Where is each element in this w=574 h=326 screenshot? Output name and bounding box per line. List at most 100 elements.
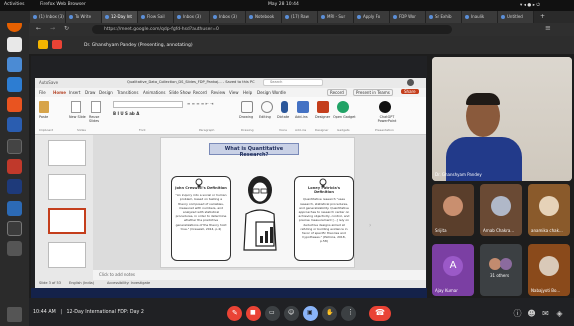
present-in-teams-button[interactable]: Present in Teams — [353, 89, 393, 96]
captions-button[interactable]: ▭ — [265, 306, 280, 321]
browser-tab[interactable]: Notebook — [246, 11, 282, 23]
settings-icon[interactable] — [7, 117, 22, 132]
paste-icon[interactable] — [39, 101, 49, 113]
browser-tab[interactable]: Inaulik — [462, 11, 498, 23]
menu-file[interactable]: File — [39, 90, 46, 95]
people-icon[interactable]: ☻ — [527, 309, 536, 318]
leave-call-button[interactable]: ☎ — [369, 306, 391, 321]
font-name-dropdown[interactable] — [113, 101, 183, 108]
participant-tile[interactable]: 31 others — [480, 244, 522, 296]
reuse-slides-icon[interactable] — [91, 101, 101, 113]
browser-tab[interactable]: Flow Sail — [138, 11, 174, 23]
menu-design-wordle[interactable]: Design Wordle — [257, 90, 286, 95]
editing-icon[interactable] — [261, 101, 273, 113]
system-tray-icons[interactable]: ▾ ◂ ● ▸ ⏻ — [520, 2, 540, 8]
chat-icon[interactable]: ✉ — [541, 309, 550, 318]
forward-icon[interactable]: → — [50, 25, 55, 32]
files-icon[interactable] — [7, 37, 22, 52]
show-apps-icon[interactable] — [7, 307, 22, 322]
browser-tab[interactable]: Apply Fo — [354, 11, 390, 23]
slide-thumbnail[interactable] — [48, 140, 86, 166]
browser-tab[interactable]: FDP Wor — [390, 11, 426, 23]
designer-icon[interactable] — [317, 101, 329, 113]
microphone-icon[interactable] — [281, 101, 288, 113]
browser-tab[interactable]: Untitled — [498, 11, 534, 23]
address-bar[interactable]: https://meet.google.com/qdp-fgfd-hsd?aut… — [92, 25, 452, 34]
browser-tab[interactable]: Inbox (3) — [174, 11, 210, 23]
browser-tab[interactable]: To Write — [66, 11, 102, 23]
chatgpt-icon[interactable] — [379, 101, 391, 113]
menu-animations[interactable]: Animations — [143, 90, 165, 95]
participant-tile[interactable]: A Ajay Kumar — [432, 244, 474, 296]
definition-box-right[interactable]: Loney Patricia's Definition Quantitative… — [294, 176, 354, 261]
terminal-icon[interactable] — [7, 139, 22, 154]
menu-slide-show[interactable]: Slide Show — [169, 90, 191, 95]
app-icon-store[interactable] — [7, 201, 22, 216]
slide-thumbnail[interactable] — [48, 242, 86, 268]
participant-tile[interactable]: Srijita — [432, 184, 474, 236]
browser-tab[interactable]: (1) Inbox (3) - — [30, 11, 66, 23]
ppt-search-box[interactable]: Search — [263, 79, 323, 86]
share-button[interactable]: Share — [401, 89, 419, 94]
menu-insert[interactable]: Insert — [69, 90, 80, 95]
back-icon[interactable]: ← — [36, 25, 41, 32]
raise-hand-button[interactable]: ✋ — [322, 306, 337, 321]
help-icon[interactable] — [7, 77, 22, 92]
app-menu-label[interactable]: Firefox Web Browser — [40, 2, 86, 7]
account-avatar[interactable] — [407, 79, 414, 86]
menu-review[interactable]: Review — [211, 90, 225, 95]
microphone-off-button[interactable]: ✎ — [227, 306, 242, 321]
trash-icon[interactable] — [7, 241, 22, 256]
new-slide-icon[interactable] — [71, 101, 81, 113]
software-icon[interactable] — [7, 97, 22, 112]
menu-view[interactable]: View — [229, 90, 239, 95]
browser-tab[interactable]: Inbox (3) — [210, 11, 246, 23]
menu-transitions[interactable]: Transitions — [117, 90, 138, 95]
stop-presenting-icon[interactable] — [52, 40, 62, 49]
language-status[interactable]: English (India) — [69, 281, 94, 285]
app-icon-gear[interactable] — [7, 221, 22, 236]
paragraph-buttons[interactable]: ≡ ≡ ≡ ≡ ⇤ ⇥ — [187, 101, 235, 108]
speaker-video-tile[interactable]: Dr. Ghanshyam Pandey — [432, 57, 572, 181]
system-clock[interactable]: May 28 10:44 — [268, 2, 299, 7]
more-options-button[interactable]: ⋮ — [341, 306, 356, 321]
participant-name: Arnab Chakra... — [483, 228, 515, 233]
menu-icon[interactable]: ≡ — [545, 24, 551, 32]
thunderbird-icon[interactable] — [7, 57, 22, 72]
browser-tab[interactable]: Sr Exhib — [426, 11, 462, 23]
participant-tile[interactable]: Nabajyoti Bo... — [528, 244, 570, 296]
record-button[interactable]: Record — [327, 89, 347, 96]
app-icon-red[interactable] — [7, 159, 22, 174]
slide-title[interactable]: What is Quantitative Research? — [209, 143, 299, 158]
reactions-button[interactable]: ☺ — [284, 306, 299, 321]
notes-pane[interactable]: Click to add notes — [93, 270, 426, 280]
slide-thumbnail-selected[interactable] — [48, 208, 86, 234]
activities-button[interactable]: Activities — [4, 2, 25, 7]
present-button[interactable]: ▣ — [303, 306, 318, 321]
font-format-buttons[interactable]: B I U S ab A — [113, 111, 183, 118]
autosave-label[interactable]: AutoSave — [39, 80, 58, 85]
browser-tab[interactable]: MRI - Sur — [318, 11, 354, 23]
menu-record[interactable]: Record — [193, 90, 207, 95]
menu-draw[interactable]: Draw — [85, 90, 95, 95]
add-ins-icon[interactable] — [297, 101, 309, 113]
gadget-icon[interactable] — [337, 101, 349, 113]
drawing-icon[interactable] — [241, 101, 253, 113]
definition-box-left[interactable]: John Creswell's Definition "An inquiry i… — [171, 176, 231, 261]
info-icon[interactable]: ⓘ — [513, 309, 522, 318]
menu-design[interactable]: Design — [99, 90, 113, 95]
reload-icon[interactable]: ↻ — [64, 25, 69, 32]
activities-icon[interactable]: ◈ — [555, 309, 564, 318]
accessibility-status[interactable]: Accessibility: Investigate — [107, 281, 150, 285]
participant-tile[interactable]: anamika chak... — [528, 184, 570, 236]
participant-tile[interactable]: Arnab Chakra... — [480, 184, 522, 236]
phone-hangup-icon: ☎ — [375, 308, 385, 317]
app-icon-blue[interactable] — [7, 179, 22, 194]
menu-home[interactable]: Home — [53, 90, 66, 95]
slide-thumbnail[interactable] — [48, 174, 86, 200]
browser-tab-active[interactable]: 12-Day Int — [102, 11, 138, 23]
menu-help[interactable]: Help — [243, 90, 252, 95]
camera-off-button[interactable]: ■ — [246, 306, 261, 321]
new-tab-icon[interactable]: + — [540, 13, 545, 20]
browser-tab[interactable]: (17) Raw — [282, 11, 318, 23]
